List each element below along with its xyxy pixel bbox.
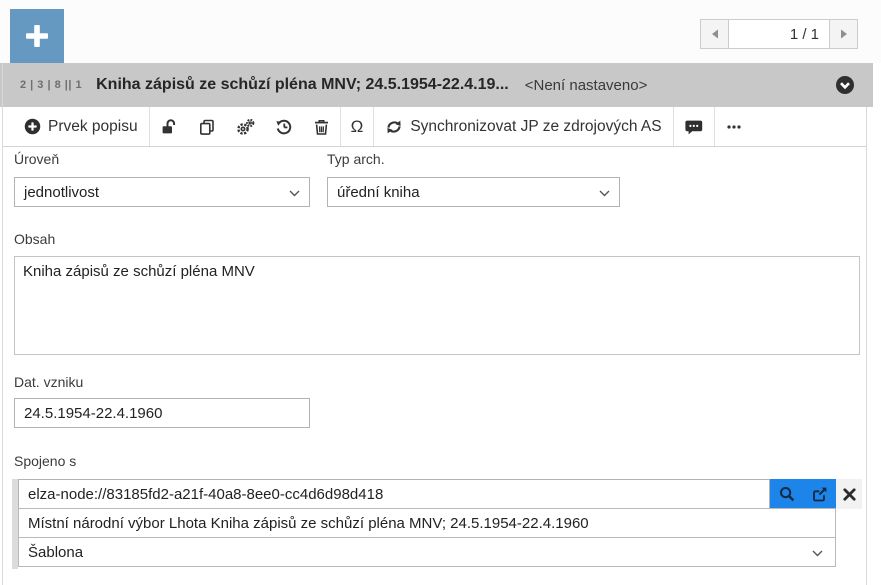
gears-icon <box>236 118 255 136</box>
node-status: <Není nastaveno> <box>525 77 648 94</box>
comments-button[interactable] <box>674 107 714 146</box>
node-title: Kniha zápisů ze schůzí pléna MNV; 24.5.1… <box>96 76 509 94</box>
creation-date-label: Dat. vzniku <box>14 374 83 390</box>
chevron-down-icon <box>812 550 823 557</box>
panel-border-right <box>866 107 867 585</box>
level-select[interactable]: jednotlivost <box>14 177 310 207</box>
level-select-value: jednotlivost <box>24 184 99 201</box>
plus-circle-icon <box>24 118 41 135</box>
special-characters-button[interactable]: Ω <box>341 107 374 146</box>
search-record-button[interactable] <box>770 479 803 509</box>
add-description-element-label: Prvek popisu <box>48 118 138 136</box>
open-record-button[interactable] <box>803 479 836 509</box>
reference-mark: 2 | 3 | 8 || 1 <box>20 79 82 91</box>
ellipsis-icon <box>725 118 743 136</box>
content-textarea[interactable]: Kniha zápisů ze schůzí pléna MNV <box>14 256 860 355</box>
linked-record-text: Místní národní výbor Lhota Kniha zápisů … <box>28 515 589 532</box>
add-node-button[interactable] <box>10 9 64 63</box>
toolbar: Prvek popisu <box>3 107 866 147</box>
omega-icon: Ω <box>351 117 364 137</box>
template-select[interactable]: Šablona <box>18 537 836 567</box>
content-label: Obsah <box>14 231 55 247</box>
caret-right-icon <box>840 29 848 39</box>
chevron-down-icon <box>599 190 610 197</box>
level-label: Úroveň <box>14 151 59 167</box>
prev-page-button[interactable] <box>700 19 729 49</box>
archive-type-label: Typ arch. <box>327 151 385 167</box>
check-circle-icon[interactable] <box>835 75 855 95</box>
next-page-button[interactable] <box>829 19 858 49</box>
search-icon <box>778 485 796 503</box>
comment-icon <box>684 118 704 136</box>
node-header-bar[interactable]: 2 | 3 | 8 || 1 Kniha zápisů ze schůzí pl… <box>0 63 873 107</box>
unlock-icon <box>160 118 178 136</box>
synchronize-label: Synchronizovat JP ze zdrojových AS <box>410 118 661 136</box>
synchronize-button[interactable]: Synchronizovat JP ze zdrojových AS <box>374 107 672 146</box>
template-select-value: Šablona <box>28 544 83 561</box>
more-actions-button[interactable] <box>715 107 753 146</box>
history-icon <box>275 118 293 136</box>
caret-left-icon <box>711 29 719 39</box>
archive-type-select[interactable]: úřední kniha <box>327 177 620 207</box>
trash-icon <box>313 118 330 136</box>
history-button[interactable] <box>265 107 303 146</box>
page-indicator-input[interactable] <box>729 19 829 49</box>
external-link-icon <box>811 485 829 503</box>
panel-border-left <box>2 63 3 585</box>
creation-date-input[interactable] <box>14 398 310 428</box>
add-description-element-button[interactable]: Prvek popisu <box>13 107 149 146</box>
linked-record-row[interactable]: Místní národní výbor Lhota Kniha zápisů … <box>18 508 836 538</box>
linked-with-label: Spojeno s <box>14 453 76 469</box>
pagination <box>700 19 858 49</box>
clear-link-button[interactable] <box>836 479 862 509</box>
linked-node-input[interactable] <box>18 479 770 509</box>
close-icon <box>843 488 856 501</box>
copy-icon <box>198 118 216 136</box>
copy-button[interactable] <box>188 107 226 146</box>
archive-type-select-value: úřední kniha <box>337 184 420 201</box>
top-strip <box>0 0 881 63</box>
settings-button[interactable] <box>226 107 265 146</box>
unlock-button[interactable] <box>150 107 188 146</box>
chevron-down-icon <box>289 190 300 197</box>
delete-button[interactable] <box>303 107 340 146</box>
refresh-icon <box>385 118 403 136</box>
app-window: 2 | 3 | 8 || 1 Kniha zápisů ze schůzí pl… <box>0 0 881 585</box>
plus-icon <box>22 21 52 51</box>
